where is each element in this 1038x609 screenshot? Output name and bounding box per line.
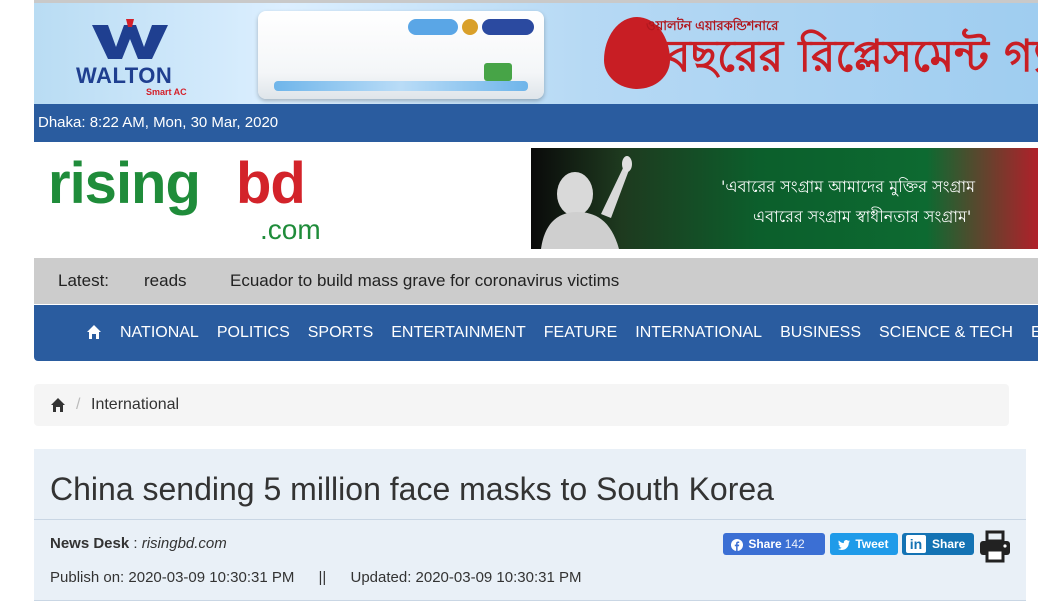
ac-unit-image (258, 11, 544, 99)
nav-item-politics[interactable]: POLITICS (217, 305, 290, 361)
facebook-share-count: 142 (784, 537, 805, 551)
updated-date: Updated: 2020-03-09 10:30:31 PM (350, 569, 582, 586)
latest-ticker: Latest: reads Ecuador to build mass grav… (34, 258, 1038, 304)
date-divider: || (318, 569, 327, 586)
logo-bd: bd (236, 151, 306, 216)
nav-items: NATIONAL POLITICS SPORTS ENTERTAINMENT F… (120, 305, 1038, 361)
top-advertisement[interactable]: WALTON Smart AC ওয়ালটন এয়ারকন্ডিশনারে … (34, 0, 1038, 104)
nav-item-sports[interactable]: SPORTS (308, 305, 374, 361)
nav-item-entertainment[interactable]: ENTERTAINMENT (391, 305, 526, 361)
header-banner[interactable]: 'এবারের সংগ্রাম আমাদের মুক্তির সংগ্রাম এ… (531, 148, 1038, 249)
walton-brand-text: WALTON (76, 63, 173, 88)
facebook-icon (731, 538, 743, 551)
nav-item-national[interactable]: NATIONAL (120, 305, 199, 361)
author-line: News Desk : risingbd.com (50, 535, 227, 552)
latest-label: Latest: (58, 271, 110, 290)
breadcrumb: / International (34, 384, 1009, 426)
portrait-silhouette-icon (541, 156, 632, 249)
banner-line-2: এবারের সংগ্রাম স্বাধীনতার সংগ্রাম' (753, 207, 972, 226)
linkedin-share-label: Share (932, 537, 966, 551)
main-nav: NATIONAL POLITICS SPORTS ENTERTAINMENT F… (34, 305, 1038, 361)
author-separator: : (129, 535, 142, 552)
logo-com: .com (260, 214, 321, 245)
print-icon[interactable] (978, 529, 1012, 563)
twitter-icon (838, 539, 850, 550)
latest-item[interactable]: reads (144, 258, 187, 304)
date-strip: Dhaka: 8:22 AM, Mon, 30 Mar, 2020 (34, 104, 1038, 142)
nav-item-feature[interactable]: FEATURE (544, 305, 617, 361)
publish-line: Publish on: 2020-03-09 10:30:31 PM || Up… (50, 569, 581, 586)
eco-leaf-icon (484, 63, 512, 81)
ac-badges (408, 19, 534, 37)
breadcrumb-separator: / (76, 396, 81, 413)
facebook-share-label: Share (748, 537, 782, 551)
meta-divider (34, 519, 1026, 520)
walton-brand-sub: Smart AC (146, 87, 187, 97)
article-title: China sending 5 million face masks to So… (50, 471, 774, 507)
breadcrumb-current[interactable]: International (91, 384, 179, 426)
linkedin-icon: in (906, 535, 926, 553)
latest-item[interactable]: Ecuador to build mass grave for coronavi… (230, 258, 619, 304)
ac-vent (274, 81, 528, 91)
nav-item-international[interactable]: INTERNATIONAL (635, 305, 762, 361)
nav-item-science-tech[interactable]: SCIENCE & TECH (879, 305, 1013, 361)
breadcrumb-home-icon[interactable] (50, 397, 66, 413)
walton-w-icon (92, 19, 168, 59)
publish-date: Publish on: 2020-03-09 10:30:31 PM (50, 569, 295, 586)
ad-headline: বছরের রিপ্লেসমেন্ট গ্যারা (666, 31, 1038, 82)
facebook-share-button[interactable]: Share 142 (723, 533, 825, 555)
home-icon[interactable] (86, 324, 102, 340)
author-name: News Desk (50, 535, 130, 552)
author-source: risingbd.com (141, 535, 227, 552)
twitter-tweet-button[interactable]: Tweet (830, 533, 898, 555)
walton-logo: WALTON Smart AC (70, 19, 190, 99)
logo-rising: rising (48, 151, 201, 216)
nav-item-business[interactable]: BUSINESS (780, 305, 861, 361)
banner-line-1: 'এবারের সংগ্রাম আমাদের মুক্তির সংগ্রাম (721, 177, 976, 196)
twitter-tweet-label: Tweet (855, 537, 889, 551)
article-header: China sending 5 million face masks to So… (34, 449, 1026, 601)
linkedin-share-button[interactable]: in Share (902, 533, 974, 555)
nav-item-truncated[interactable]: EI (1031, 305, 1038, 361)
site-logo[interactable]: rising bd .com (48, 150, 348, 250)
